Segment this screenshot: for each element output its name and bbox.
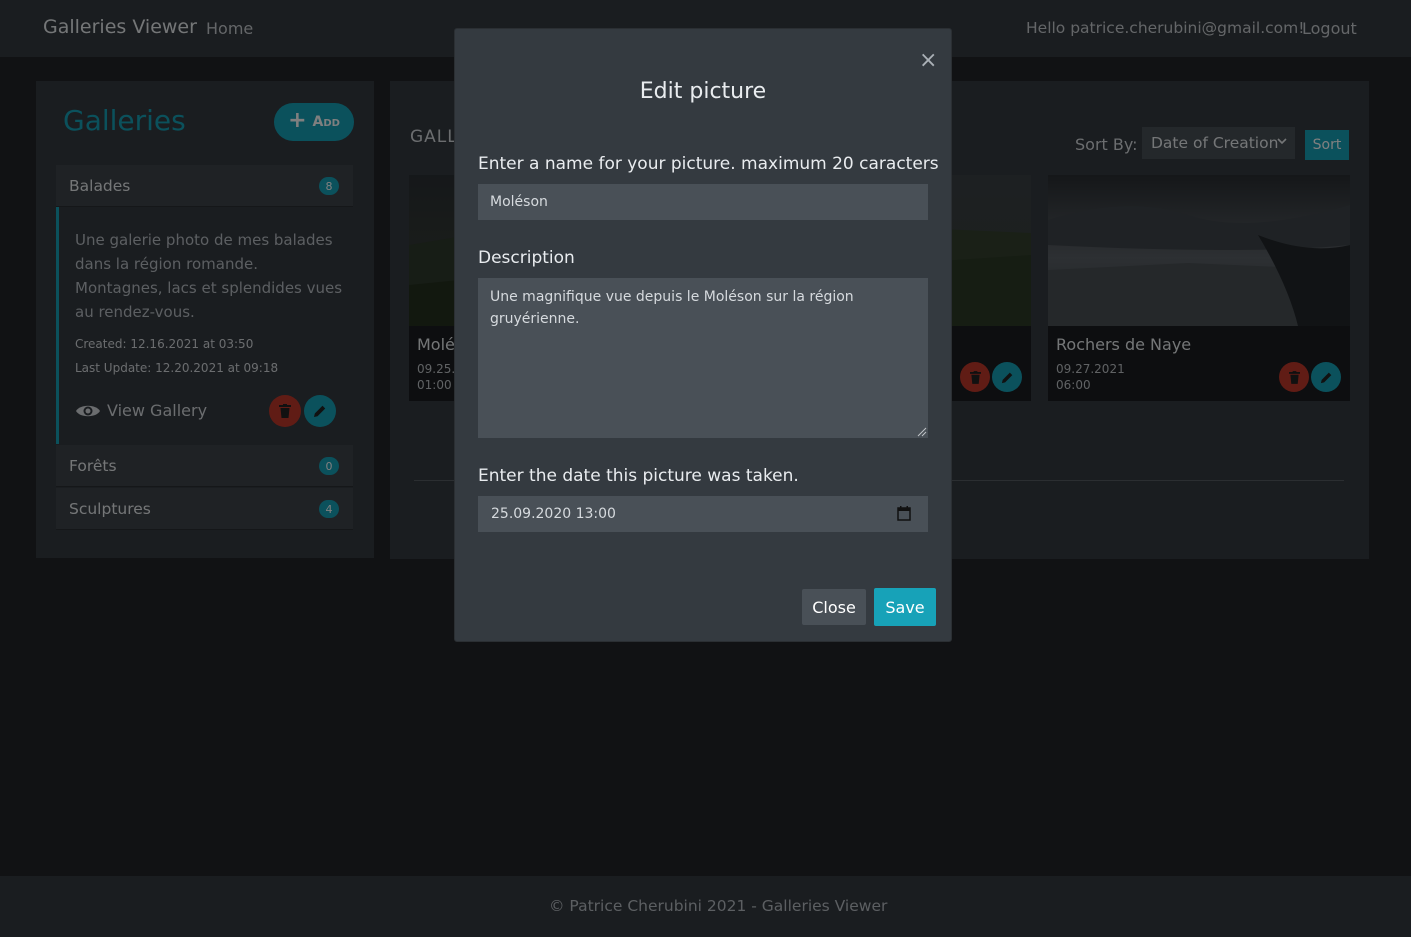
picture-name-input[interactable]: Moléson [478,184,928,220]
date-taken-input[interactable]: 25.09.2020 13:00 [478,496,928,532]
close-button[interactable]: Close [802,589,866,625]
save-button[interactable]: Save [874,588,936,626]
calendar-icon[interactable] [897,506,911,521]
description-label: Description [478,248,575,268]
modal-title: Edit picture [639,79,767,104]
picture-name-label: Enter a name for your picture. maximum 2… [478,154,939,174]
date-label: Enter the date this picture was taken. [478,466,799,486]
close-icon[interactable]: × [919,50,937,72]
resize-handle-icon[interactable] [917,427,927,437]
description-textarea[interactable]: Une magnifique vue depuis le Moléson sur… [478,278,928,438]
